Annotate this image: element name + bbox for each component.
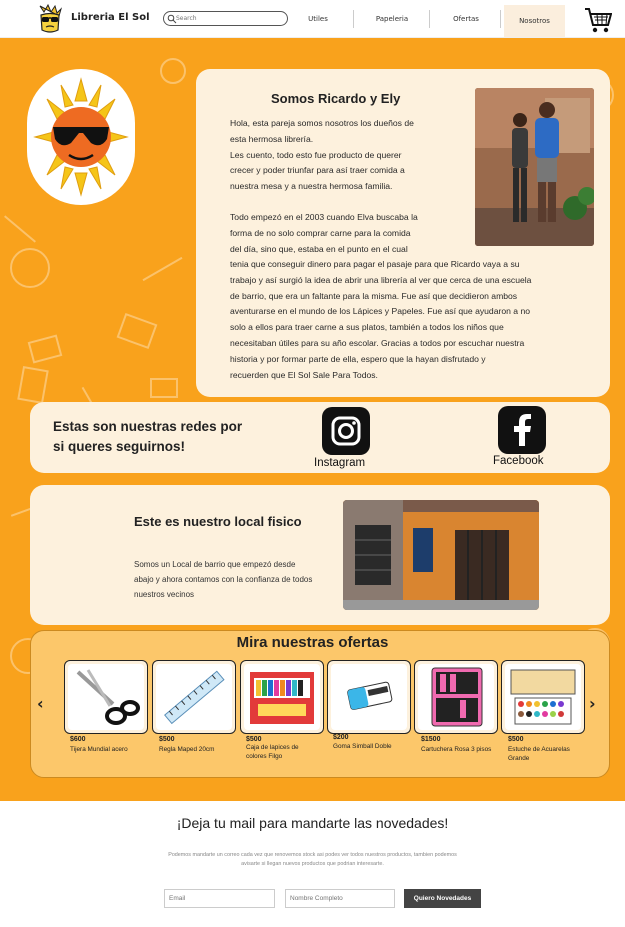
product-name[interactable]: Regla Maped 20cm xyxy=(159,745,239,754)
full-name-field[interactable] xyxy=(285,889,395,908)
product-price: $1500 xyxy=(421,736,441,743)
nav-divider xyxy=(429,10,430,28)
sun-mascot-logo xyxy=(27,69,135,205)
product-name[interactable]: Tijera Mundial acero xyxy=(70,745,150,754)
product-price: $500 xyxy=(246,736,262,743)
nav-divider xyxy=(500,10,501,28)
local-description: Somos un Local de barrio que empezó desd… xyxy=(134,560,313,599)
product-card[interactable] xyxy=(64,660,148,734)
search-box[interactable] xyxy=(163,11,288,26)
offers-title: Mira nuestras ofertas xyxy=(236,634,389,651)
about-title: Somos Ricardo y Ely xyxy=(271,91,401,106)
site-header: Libreria El Sol Utiles Papeleria Ofertas… xyxy=(0,0,625,38)
owners-photo xyxy=(475,88,594,246)
sun-sunglasses-icon xyxy=(33,77,129,197)
product-name[interactable]: Estuche de Acuarelas Grande xyxy=(508,745,574,763)
product-name[interactable]: Goma Simball Doble xyxy=(333,742,413,751)
email-field[interactable] xyxy=(164,889,275,908)
nav-utiles[interactable]: Utiles xyxy=(290,6,346,32)
product-price: $200 xyxy=(333,734,349,741)
product-card[interactable] xyxy=(240,660,324,734)
about-story-text: Todo empezó en el 2003 cuando Elva busca… xyxy=(230,212,418,254)
facebook-icon[interactable] xyxy=(498,406,546,454)
product-price: $500 xyxy=(508,736,524,743)
product-price: $500 xyxy=(159,736,175,743)
product-card[interactable] xyxy=(501,660,585,734)
search-input[interactable] xyxy=(176,12,281,25)
instagram-icon[interactable] xyxy=(322,407,370,455)
pencil-case-image xyxy=(418,664,494,730)
store-photo xyxy=(343,500,539,610)
newsletter-title: ¡Deja tu mail para mandarte las novedade… xyxy=(176,815,449,831)
eraser-image xyxy=(331,664,407,730)
nav-nosotros[interactable]: Nosotros xyxy=(504,5,565,37)
about-intro-text: Hola, esta pareja somos nosotros los due… xyxy=(230,118,414,192)
watercolor-set-image xyxy=(505,664,581,730)
product-card[interactable] xyxy=(152,660,236,734)
facebook-link[interactable]: Facebook xyxy=(493,455,544,467)
nav-ofertas[interactable]: Ofertas xyxy=(434,6,498,32)
shopping-cart-icon[interactable] xyxy=(584,6,612,34)
instagram-link[interactable]: Instagram xyxy=(314,457,365,469)
product-card[interactable] xyxy=(327,660,411,734)
sunglasses-face-logo-icon[interactable] xyxy=(36,4,64,34)
social-title: Estas son nuestras redes por si queres s… xyxy=(53,419,243,454)
local-title: Este es nuestro local fisico xyxy=(134,514,302,529)
product-card[interactable] xyxy=(414,660,498,734)
product-price: $600 xyxy=(70,736,86,743)
scissors-image xyxy=(68,664,144,730)
product-name[interactable]: Caja de lapices de colores Filgo xyxy=(246,743,310,761)
about-story-text-wide: tenia que conseguir dinero para pagar el… xyxy=(230,259,532,380)
newsletter-description: Podemos mandarte un correo cada vez que … xyxy=(168,852,457,867)
nav-papeleria[interactable]: Papeleria xyxy=(360,6,424,32)
product-name[interactable]: Cartuchera Rosa 3 pisos xyxy=(421,745,501,754)
carousel-next-icon[interactable]: › xyxy=(589,694,596,713)
color-pencils-box-image xyxy=(244,664,320,730)
ruler-image xyxy=(156,664,232,730)
subscribe-button[interactable]: Quiero Novedades xyxy=(404,889,481,908)
carousel-prev-icon[interactable]: ‹ xyxy=(37,694,44,713)
nav-divider xyxy=(353,10,354,28)
brand-name[interactable]: Libreria El Sol xyxy=(71,12,150,23)
